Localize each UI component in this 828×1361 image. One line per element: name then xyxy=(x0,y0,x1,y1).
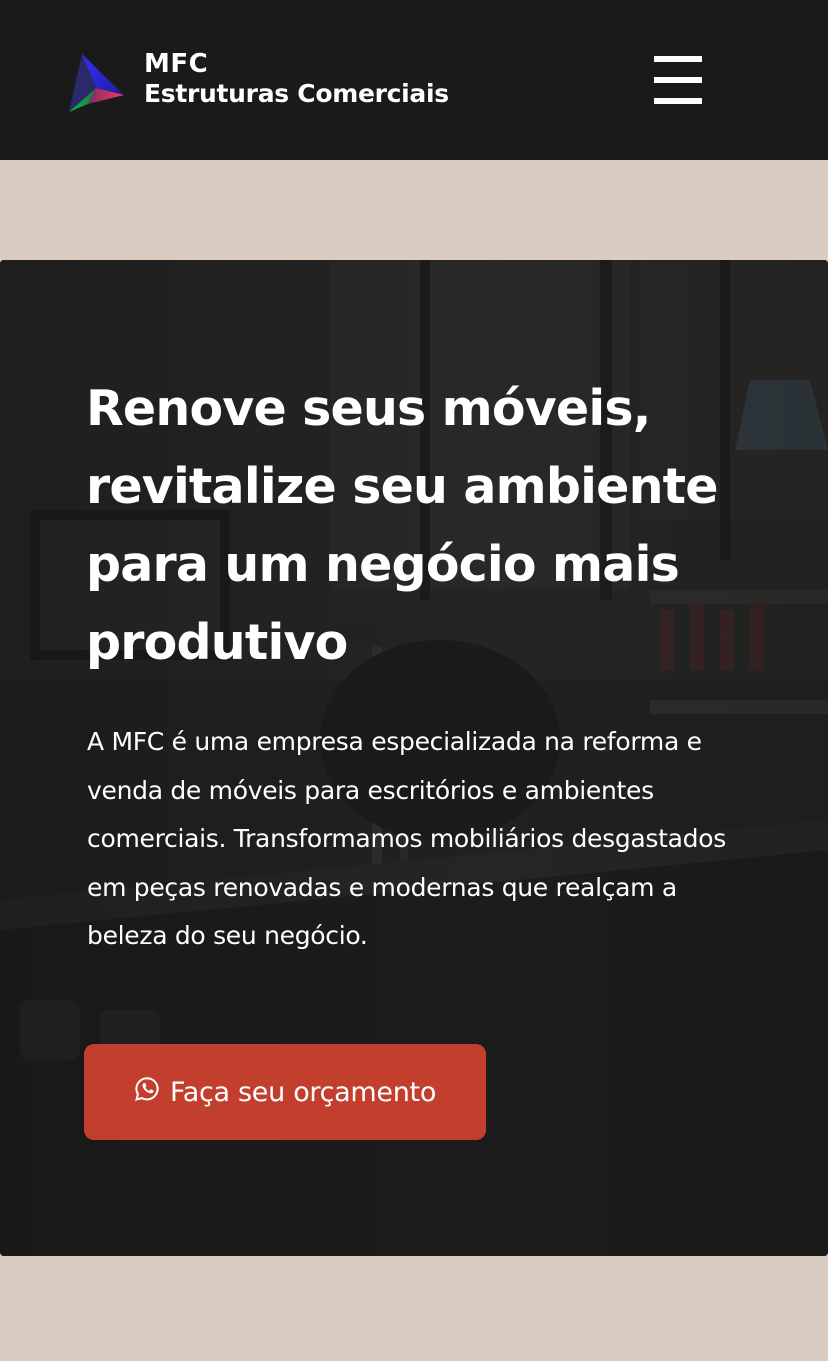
top-navigation-bar: MFC Estruturas Comerciais xyxy=(0,0,828,160)
hero-description: A MFC é uma empresa especializada na ref… xyxy=(87,727,726,950)
hero-section: Renove seus móveis, revitalize seu ambie… xyxy=(0,260,828,1256)
quote-request-button[interactable]: Faça seu orçamento xyxy=(84,1044,486,1140)
menu-bar xyxy=(654,56,702,62)
quote-request-label: Faça seu orçamento xyxy=(169,1076,437,1108)
brand-logo[interactable]: MFC Estruturas Comerciais xyxy=(66,48,449,114)
brand-line-1: MFC xyxy=(144,49,209,79)
whatsapp-icon xyxy=(135,1077,159,1101)
menu-bar xyxy=(654,77,702,83)
logo-mark-icon xyxy=(69,54,124,112)
hamburger-menu-icon[interactable] xyxy=(654,56,702,104)
brand-name: MFC Estruturas Comerciais xyxy=(144,49,449,109)
hero-title: Renove seus móveis, revitalize seu ambie… xyxy=(86,380,719,671)
brand-line-2: Estruturas Comerciais xyxy=(144,79,449,108)
menu-bar xyxy=(654,98,702,104)
